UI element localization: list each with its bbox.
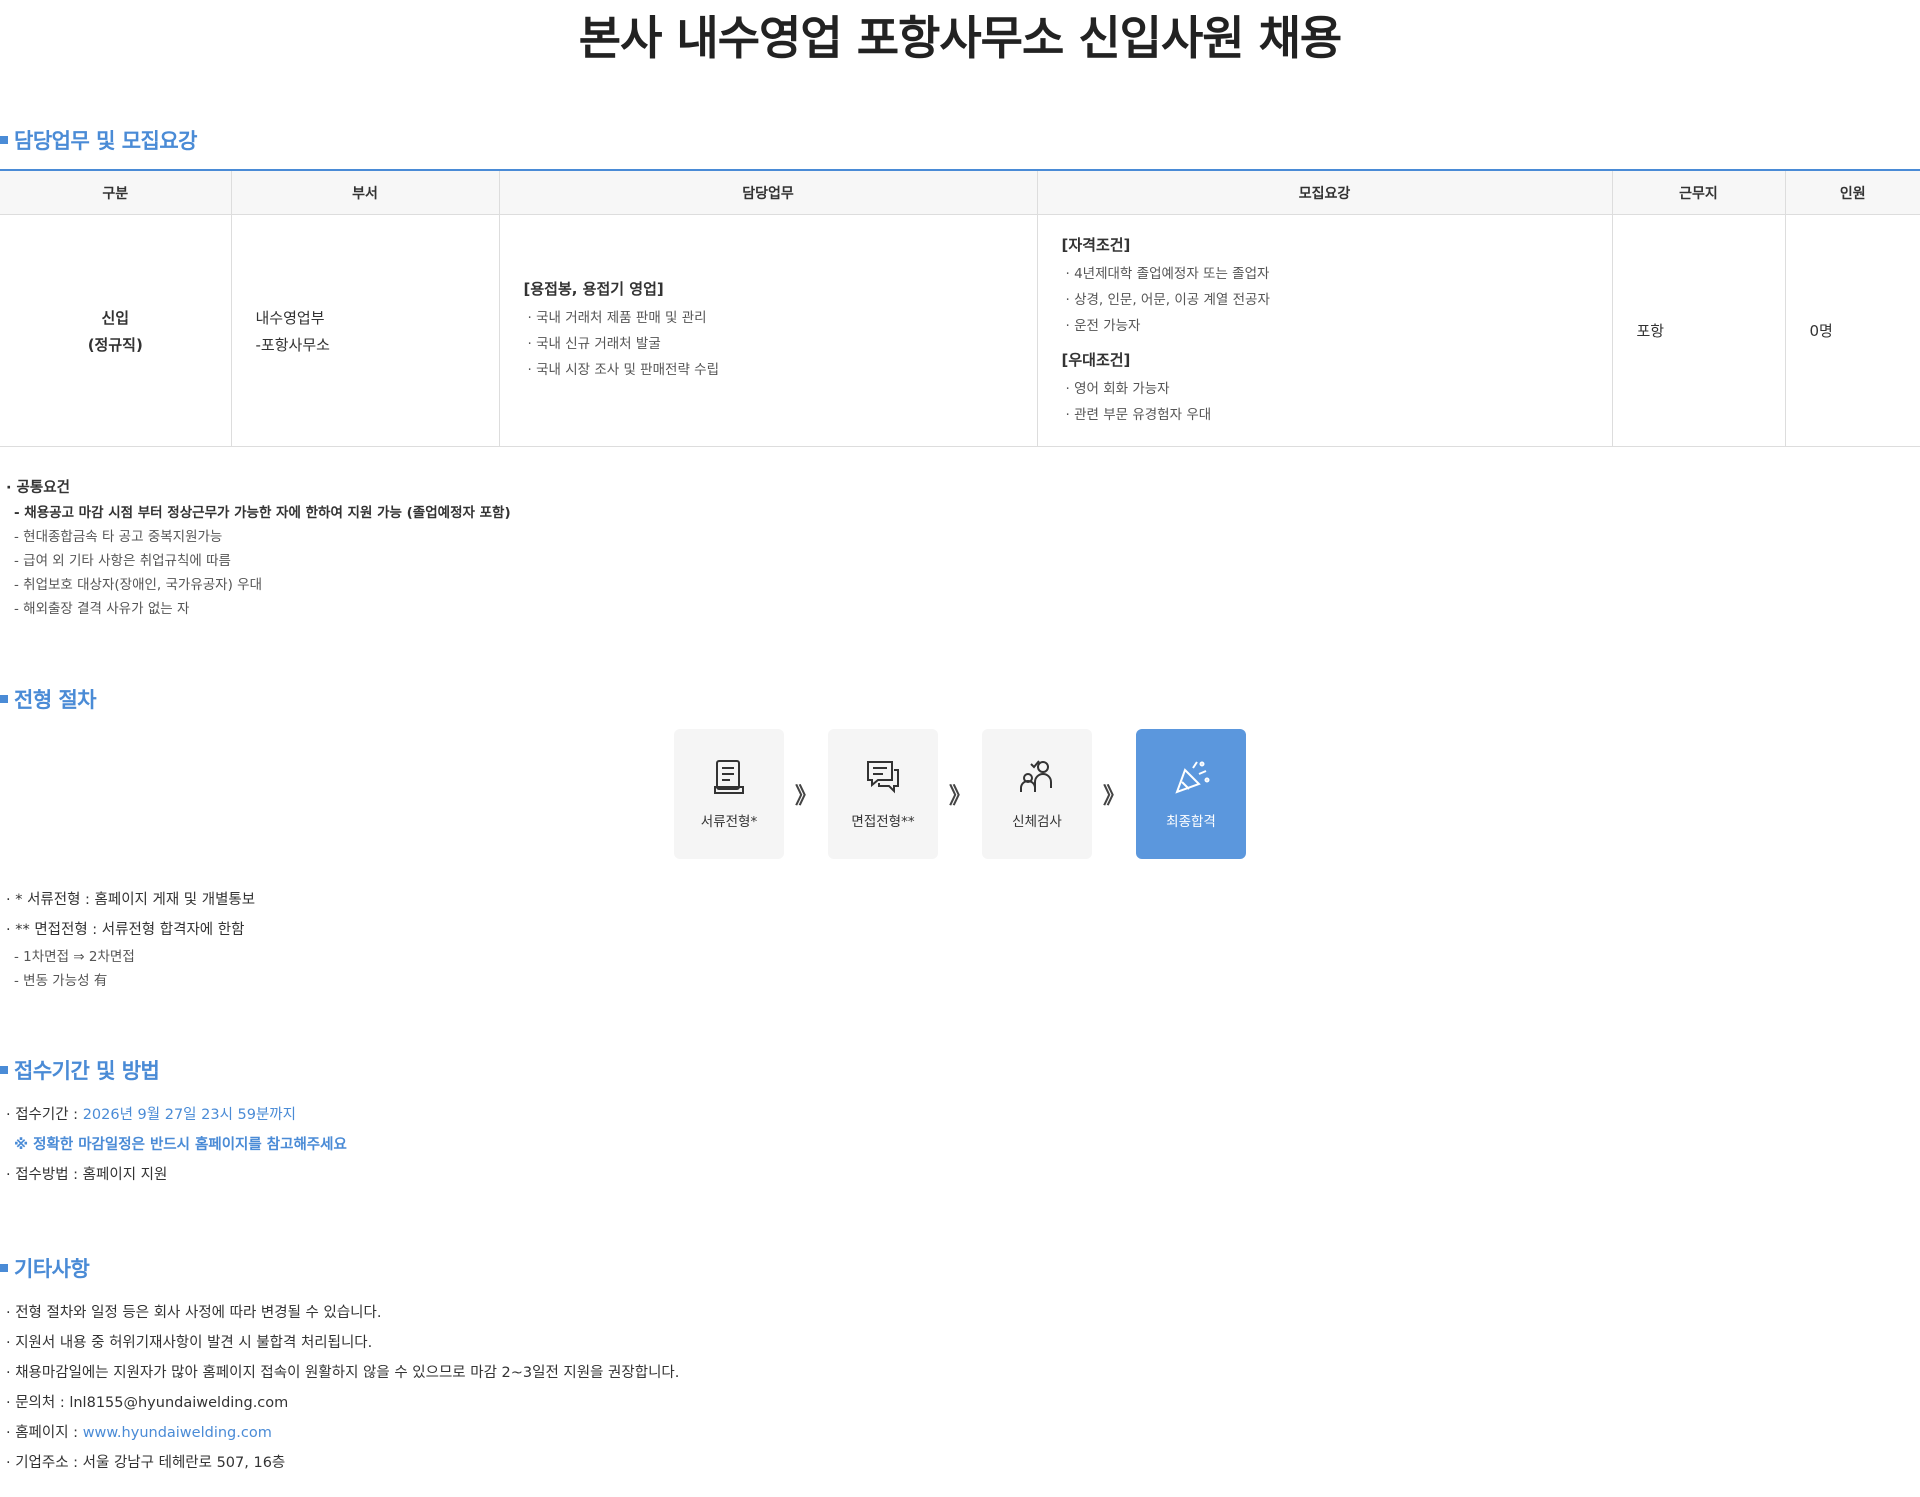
contact-line: · 문의처 : lnl8155@hyundaiwelding.com: [6, 1395, 289, 1411]
note-subline: - 1차면접 ⇒ 2차면접: [14, 949, 135, 965]
common-line: - 취업보호 대상자(장애인, 국가유공자) 우대: [14, 577, 263, 593]
page-title: 본사 내수영업 포항사무소 신입사원 채용: [578, 11, 1343, 65]
duty-item: · 국내 신규 거래처 발굴: [527, 336, 661, 352]
address-line: · 기업주소 : 서울 강남구 테헤란로 507, 16층: [6, 1455, 286, 1471]
other-line: · 채용마감일에는 지원자가 많아 홈페이지 접속이 원활하지 않을 수 있으므…: [6, 1365, 680, 1381]
step-final: 최종합격: [1136, 729, 1246, 859]
step-arrow: 》: [794, 784, 817, 809]
header-type: 구분: [0, 169, 231, 215]
checkup-icon: [1017, 758, 1057, 800]
process-steps: 서류전형* 》 면접전형** 》 신체검사 》 최종합격: [674, 729, 1246, 859]
other-line: · 지원서 내용 중 허위기재사항이 발견 시 불합격 처리됩니다.: [6, 1335, 373, 1351]
cell-requirements: [자격조건] · 4년제대학 졸업예정자 또는 졸업자 · 상경, 인문, 어문…: [1036, 214, 1612, 447]
application-method: · 접수방법 : 홈페이지 지원: [6, 1167, 168, 1183]
qualification-head: [자격조건]: [1061, 235, 1131, 254]
duty-item: · 국내 거래처 제품 판매 및 관리: [527, 310, 707, 326]
common-line: - 해외출장 결격 사유가 없는 자: [14, 601, 190, 617]
cell-dept: 내수영업부 -포항사무소: [230, 214, 499, 447]
step-label: 면접전형**: [851, 814, 915, 830]
preference-item: · 영어 회화 가능자: [1065, 380, 1170, 397]
common-line: - 현대종합금속 타 공고 중복지원가능: [14, 529, 223, 545]
note-line: · * 서류전형 : 홈페이지 게재 및 개별통보: [6, 892, 256, 908]
step-label: 신체검사: [1012, 814, 1062, 830]
section-bullet: [0, 695, 8, 703]
section-title-process: 전형 절차: [0, 684, 97, 714]
header-location: 근무지: [1611, 169, 1785, 215]
common-line: - 급여 외 기타 사항은 취업규칙에 따름: [14, 553, 231, 569]
section-title-others: 기타사항: [0, 1253, 90, 1283]
common-requirements: · 공통요건 - 채용공고 마감 시점 부터 정상근무가 가능한 자에 한하여 …: [6, 475, 511, 621]
homepage-line: · 홈페이지 : www.hyundaiwelding.com: [6, 1425, 272, 1441]
section-bullet: [0, 1066, 8, 1074]
qualification-item: · 4년제대학 졸업예정자 또는 졸업자: [1065, 265, 1270, 282]
step-label: 서류전형*: [700, 814, 758, 830]
step-arrow: 》: [948, 784, 971, 809]
header-count: 인원: [1784, 169, 1920, 215]
preference-head: [우대조건]: [1061, 350, 1131, 369]
period-label: · 접수기간 :: [6, 1107, 83, 1123]
application-period: · 접수기간 : 2026년 9월 27일 23시 59분까지 ※ 정확한 마감…: [6, 1100, 347, 1190]
homepage-link[interactable]: www.hyundaiwelding.com: [83, 1425, 272, 1441]
step-label: 최종합격: [1166, 814, 1216, 830]
duty-item: · 국내 시장 조사 및 판매전략 수립: [527, 362, 720, 378]
chat-icon: [864, 758, 902, 800]
deadline-warning: ※ 정확한 마감일정은 반드시 홈페이지를 참고해주세요: [14, 1137, 347, 1153]
step-interview: 면접전형**: [828, 729, 938, 859]
period-value: 2026년 9월 27일 23시 59분까지: [82, 1107, 296, 1123]
common-head: · 공통요건: [6, 480, 70, 496]
section-bullet: [0, 1264, 8, 1272]
other-line: · 전형 절차와 일정 등은 회사 사정에 따라 변경될 수 있습니다.: [6, 1305, 382, 1321]
qualification-item: · 상경, 인문, 어문, 이공 계열 전공자: [1065, 291, 1270, 308]
section-bullet: [0, 136, 8, 144]
cell-type: 신입 (정규직): [0, 214, 231, 447]
celebration-icon: [1171, 758, 1211, 800]
header-dept: 부서: [230, 169, 499, 215]
table-header-row: 구분 부서 담당업무 모집요강 근무지 인원: [0, 169, 1920, 215]
step-checkup: 신체검사: [982, 729, 1092, 859]
process-notes: · * 서류전형 : 홈페이지 게재 및 개별통보 · ** 면접전형 : 서류…: [6, 885, 255, 993]
common-line: - 채용공고 마감 시점 부터 정상근무가 가능한 자에 한하여 지원 가능 (…: [14, 505, 511, 521]
step-document: 서류전형*: [674, 729, 784, 859]
cell-location: 포항: [1611, 214, 1785, 447]
preference-item: · 관련 부문 유경험자 우대: [1065, 406, 1212, 423]
note-subline: - 변동 가능성 有: [14, 973, 108, 989]
header-requirements: 모집요강: [1036, 169, 1612, 215]
section-title-period: 접수기간 및 방법: [0, 1055, 160, 1085]
header-duty: 담당업무: [498, 169, 1037, 215]
other-notes: · 전형 절차와 일정 등은 회사 사정에 따라 변경될 수 있습니다. · 지…: [6, 1298, 679, 1478]
document-icon: [712, 758, 746, 800]
table-row: 신입 (정규직) 내수영업부 -포항사무소 [용접봉, 용접기 영업] · 국내…: [0, 214, 1920, 447]
period-row: · 접수기간 : 2026년 9월 27일 23시 59분까지: [6, 1100, 347, 1130]
cell-count: 0명: [1784, 214, 1920, 447]
note-line: · ** 면접전형 : 서류전형 합격자에 한함: [6, 922, 245, 938]
step-arrow: 》: [1102, 784, 1125, 809]
section-title-duty: 담당업무 및 모집요강: [0, 125, 198, 155]
qualification-item: · 운전 가능자: [1065, 317, 1141, 334]
requirements-table: 구분 부서 담당업무 모집요강 근무지 인원 신입 (정규직) 내수영업부 -포…: [0, 169, 1920, 447]
cell-duty: [용접봉, 용접기 영업] · 국내 거래처 제품 판매 및 관리 · 국내 신…: [498, 214, 1037, 447]
